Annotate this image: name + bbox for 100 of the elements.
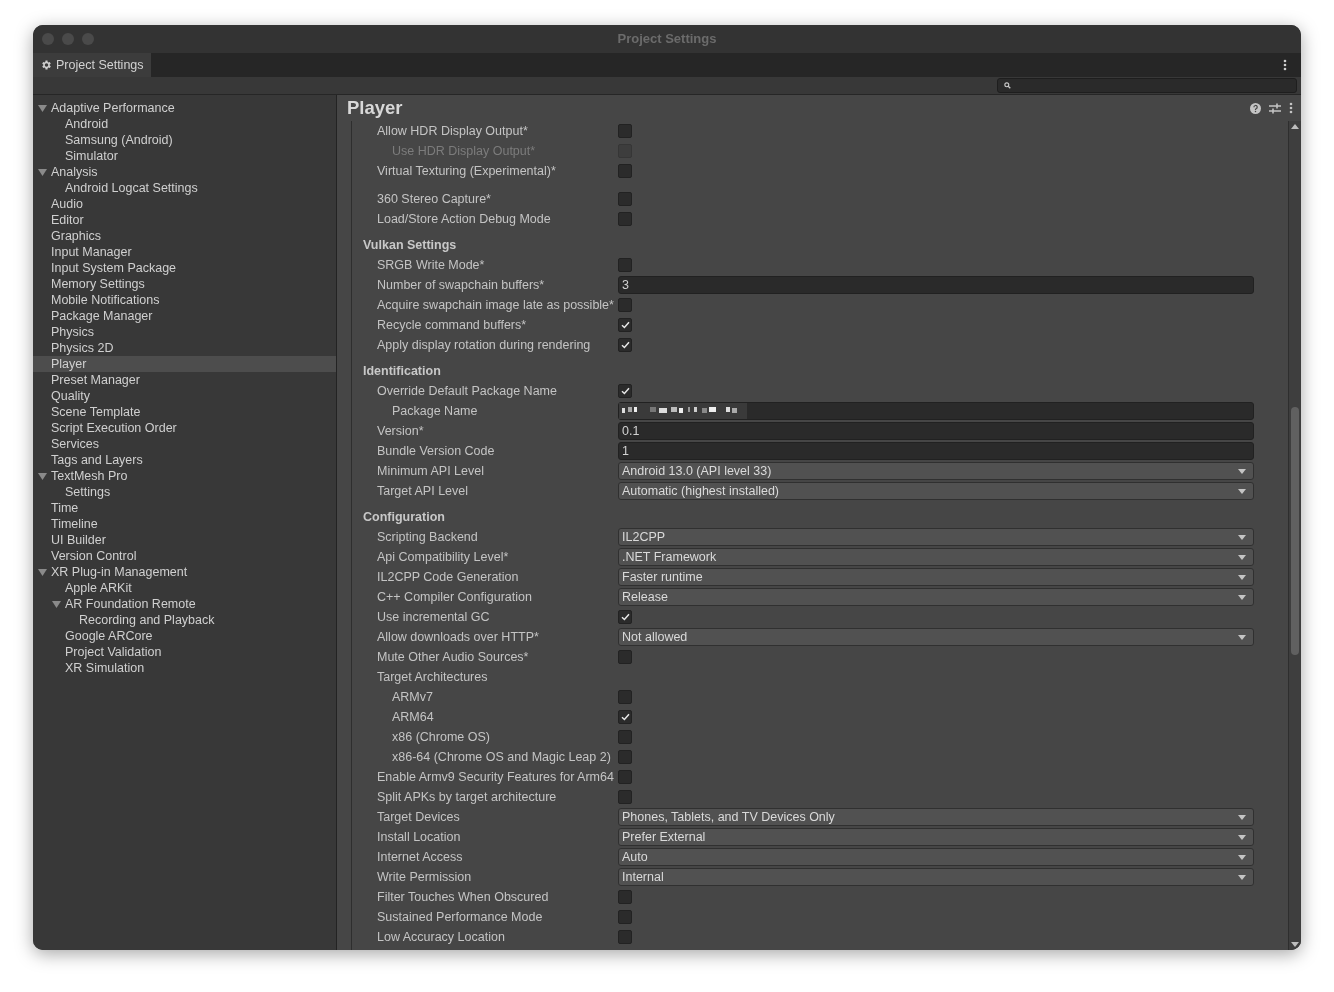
sidebar-item[interactable]: XR Simulation: [33, 660, 336, 676]
dropdown[interactable]: Prefer External: [618, 828, 1254, 846]
sidebar-item[interactable]: Quality: [33, 388, 336, 404]
sidebar-item[interactable]: Audio: [33, 196, 336, 212]
sidebar-item[interactable]: Adaptive Performance: [33, 100, 336, 116]
sidebar-item[interactable]: Timeline: [33, 516, 336, 532]
sidebar-item[interactable]: Physics 2D: [33, 340, 336, 356]
scrollbar-thumb[interactable]: [1291, 407, 1299, 655]
checkbox[interactable]: [618, 318, 632, 332]
sidebar-item[interactable]: Input System Package: [33, 260, 336, 276]
text-field[interactable]: 1: [618, 442, 1254, 460]
sidebar-item[interactable]: Editor: [33, 212, 336, 228]
more-icon[interactable]: [1283, 59, 1287, 71]
expand-arrow-icon[interactable]: [38, 104, 47, 112]
sidebar-item[interactable]: UI Builder: [33, 532, 336, 548]
sidebar-item[interactable]: Settings: [33, 484, 336, 500]
text-field[interactable]: [618, 402, 1254, 420]
scrollbar[interactable]: [1288, 121, 1301, 950]
sidebar-item[interactable]: Tags and Layers: [33, 452, 336, 468]
sidebar-item[interactable]: Services: [33, 436, 336, 452]
text-field[interactable]: 3: [618, 276, 1254, 294]
caret-icon: [1238, 468, 1246, 474]
setting-label: Enable Armv9 Security Features for Arm64: [376, 768, 615, 786]
checkbox[interactable]: [618, 790, 632, 804]
section-header: Vulkan Settings: [362, 237, 458, 255]
setting-label: Split APKs by target architecture: [376, 788, 558, 806]
setting-label: Scripting Backend: [376, 528, 479, 546]
tab[interactable]: Project Settings: [33, 53, 151, 77]
sidebar-item[interactable]: Apple ARKit: [33, 580, 336, 596]
setting-label: ARM64: [391, 708, 435, 726]
setting-label: Sustained Performance Mode: [376, 908, 544, 926]
checkbox[interactable]: [618, 298, 632, 312]
sidebar-item[interactable]: Simulator: [33, 148, 336, 164]
checkbox[interactable]: [618, 910, 632, 924]
sidebar-item[interactable]: XR Plug-in Management: [33, 564, 336, 580]
sidebar-item[interactable]: Android: [33, 116, 336, 132]
scroll-down-icon[interactable]: [1291, 942, 1299, 947]
sidebar-item[interactable]: Preset Manager: [33, 372, 336, 388]
checkbox[interactable]: [618, 930, 632, 944]
more-icon[interactable]: [1289, 102, 1293, 114]
setting-label: Virtual Texturing (Experimental)*: [376, 162, 557, 180]
sliders-icon[interactable]: [1269, 102, 1281, 114]
setting-label: Allow HDR Display Output*: [376, 122, 529, 140]
setting-label: Recycle command buffers*: [376, 316, 528, 334]
sidebar-item[interactable]: Memory Settings: [33, 276, 336, 292]
expand-arrow-icon[interactable]: [38, 472, 47, 480]
setting-label: Apply display rotation during rendering: [376, 336, 592, 354]
dropdown[interactable]: .NET Framework: [618, 548, 1254, 566]
dropdown[interactable]: Android 13.0 (API level 33): [618, 462, 1254, 480]
sidebar-item[interactable]: Time: [33, 500, 336, 516]
dropdown[interactable]: Phones, Tablets, and TV Devices Only: [618, 808, 1254, 826]
sidebar-item[interactable]: Project Validation: [33, 644, 336, 660]
sidebar-item[interactable]: Physics: [33, 324, 336, 340]
checkbox[interactable]: [618, 124, 632, 138]
checkbox[interactable]: [618, 750, 632, 764]
checkbox[interactable]: [618, 890, 632, 904]
sidebar-item[interactable]: AR Foundation Remote: [33, 596, 336, 612]
checkbox[interactable]: [618, 164, 632, 178]
expand-arrow-icon[interactable]: [52, 600, 61, 608]
scroll-up-icon[interactable]: [1291, 124, 1299, 129]
dropdown[interactable]: Automatic (highest installed): [618, 482, 1254, 500]
dropdown[interactable]: Internal: [618, 868, 1254, 886]
sidebar-item[interactable]: Samsung (Android): [33, 132, 336, 148]
sidebar-item[interactable]: Script Execution Order: [33, 420, 336, 436]
checkbox[interactable]: [618, 258, 632, 272]
dropdown[interactable]: Faster runtime: [618, 568, 1254, 586]
sidebar-item[interactable]: Version Control: [33, 548, 336, 564]
checkbox[interactable]: [618, 770, 632, 784]
setting-label: Mute Other Audio Sources*: [376, 648, 530, 666]
sidebar-item[interactable]: Player: [33, 356, 336, 372]
text-field[interactable]: 0.1: [618, 422, 1254, 440]
sidebar-item[interactable]: Mobile Notifications: [33, 292, 336, 308]
checkbox[interactable]: [618, 338, 632, 352]
sidebar-item[interactable]: Recording and Playback: [33, 612, 336, 628]
sidebar-item[interactable]: Android Logcat Settings: [33, 180, 336, 196]
expand-arrow-icon[interactable]: [38, 168, 47, 176]
dropdown[interactable]: Not allowed: [618, 628, 1254, 646]
dropdown[interactable]: Release: [618, 588, 1254, 606]
sidebar-item[interactable]: Graphics: [33, 228, 336, 244]
help-icon[interactable]: [1250, 102, 1261, 114]
dropdown[interactable]: IL2CPP: [618, 528, 1254, 546]
sidebar-item[interactable]: Google ARCore: [33, 628, 336, 644]
sidebar-item[interactable]: TextMesh Pro: [33, 468, 336, 484]
setting-label: Number of swapchain buffers*: [376, 276, 546, 294]
checkbox[interactable]: [618, 610, 632, 624]
dropdown[interactable]: Auto: [618, 848, 1254, 866]
checkbox[interactable]: [618, 212, 632, 226]
sidebar-item[interactable]: Package Manager: [33, 308, 336, 324]
sidebar-item[interactable]: Analysis: [33, 164, 336, 180]
expand-arrow-icon[interactable]: [38, 568, 47, 576]
checkbox[interactable]: [618, 690, 632, 704]
checkbox[interactable]: [618, 710, 632, 724]
sidebar-item[interactable]: Scene Template: [33, 404, 336, 420]
checkbox[interactable]: [618, 384, 632, 398]
checkbox[interactable]: [618, 650, 632, 664]
checkbox[interactable]: [618, 192, 632, 206]
sidebar-item[interactable]: Input Manager: [33, 244, 336, 260]
search-field[interactable]: [997, 78, 1297, 93]
setting-label: Acquire swapchain image late as possible*: [376, 296, 615, 314]
checkbox[interactable]: [618, 730, 632, 744]
